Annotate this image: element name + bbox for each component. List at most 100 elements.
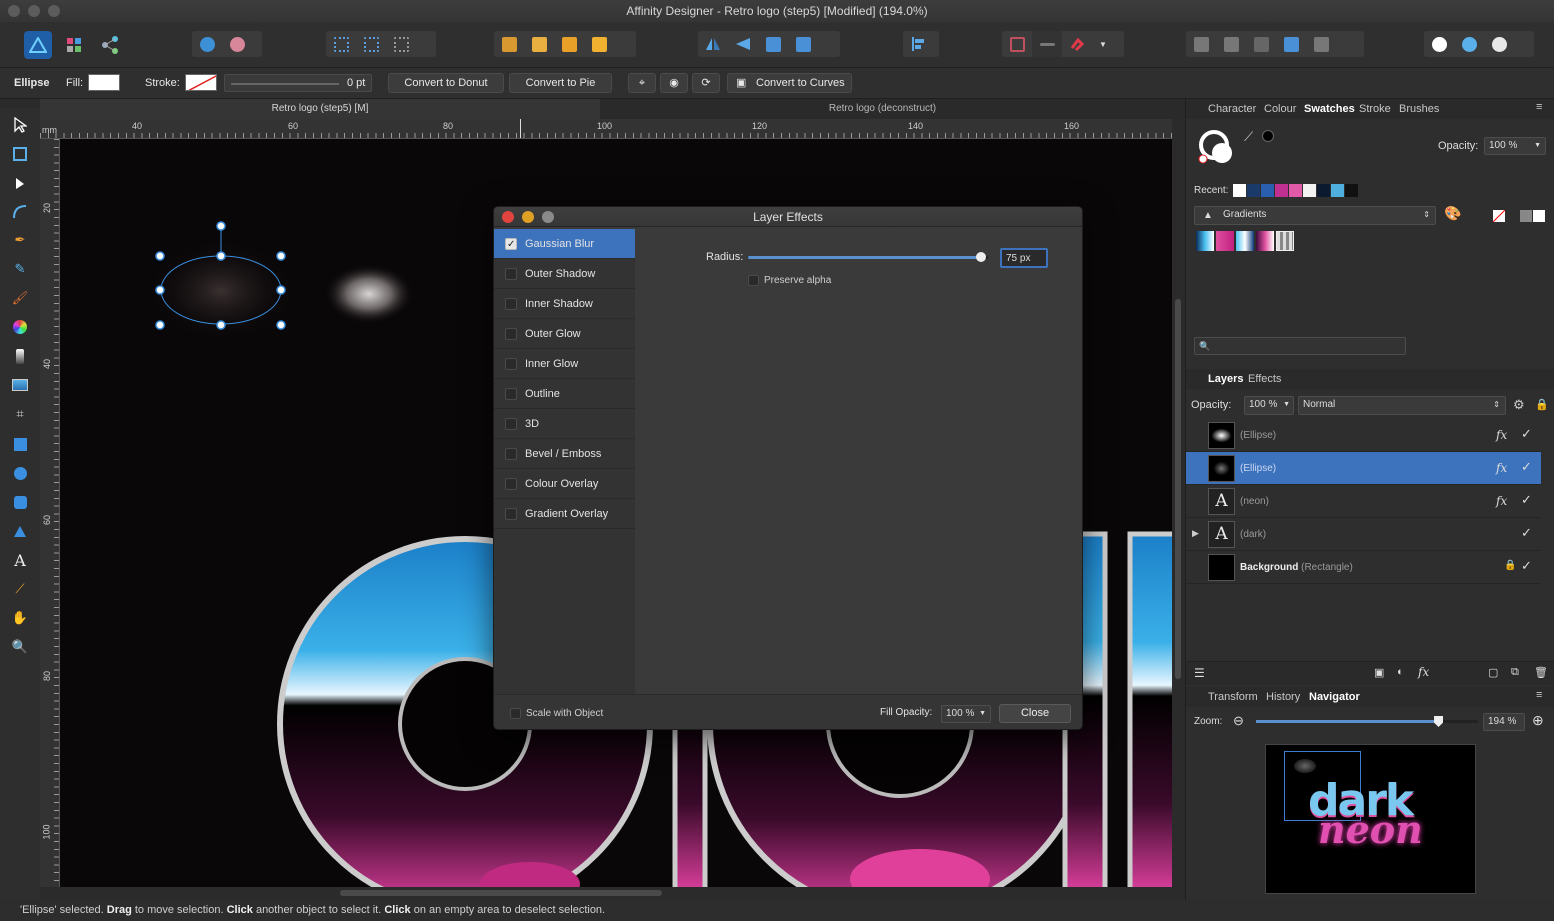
scale-with-object-checkbox[interactable]	[510, 708, 521, 719]
visibility-check-icon[interactable]: ✓	[1521, 426, 1532, 442]
radius-slider-knob[interactable]	[975, 252, 986, 262]
gray-swatch[interactable]	[1520, 210, 1532, 222]
fx-icon[interactable]: fx	[1496, 461, 1507, 475]
fill-stroke-selector[interactable]	[1196, 129, 1236, 165]
layer-row[interactable]: Background (Rectangle) 🔒 ✓	[1186, 551, 1541, 584]
zoom-out-icon[interactable]: ⊖	[1233, 713, 1244, 729]
rotate-right-icon[interactable]	[788, 31, 818, 57]
effect-checkbox[interactable]	[505, 448, 517, 460]
blend-mode-dropdown[interactable]: Normal ⇕	[1298, 396, 1506, 415]
tab-brushes[interactable]: Brushes	[1399, 103, 1439, 115]
snapping-grid-icon[interactable]	[1002, 31, 1032, 57]
recent-swatch[interactable]	[1345, 184, 1358, 197]
view-icon[interactable]: ◉	[660, 73, 688, 93]
panel-menu-icon[interactable]: ≡	[1536, 101, 1542, 113]
add-layer-icon[interactable]: ▢	[1488, 666, 1498, 679]
snap-bounds-icon[interactable]	[356, 31, 386, 57]
stroke-swatch[interactable]	[185, 74, 217, 91]
gradient-swatch[interactable]	[1196, 231, 1214, 251]
tab-effects[interactable]: Effects	[1248, 373, 1281, 385]
pen-tool-icon[interactable]: ✒	[10, 230, 30, 250]
effect-item[interactable]: Inner Shadow	[494, 289, 635, 319]
transform-origin-icon[interactable]: ⌖	[628, 73, 656, 93]
assistant-icon[interactable]	[222, 31, 252, 57]
insert-behind-icon[interactable]	[1424, 31, 1454, 57]
rectangle-tool-icon[interactable]	[10, 434, 30, 454]
close-dialog-icon[interactable]	[502, 211, 514, 223]
tab-transform[interactable]: Transform	[1208, 691, 1258, 703]
gradient-swatch[interactable]	[1236, 231, 1254, 251]
convert-to-donut-button[interactable]: Convert to Donut	[388, 73, 504, 93]
move-to-back-icon[interactable]	[494, 31, 524, 57]
minimize-window-icon[interactable]	[28, 5, 40, 17]
convert-to-pie-button[interactable]: Convert to Pie	[509, 73, 612, 93]
fill-tool-icon[interactable]	[10, 317, 30, 337]
mask-icon[interactable]: ▣	[1374, 666, 1384, 679]
recent-swatch[interactable]	[1247, 184, 1260, 197]
effect-checkbox[interactable]	[505, 268, 517, 280]
view-tool-hand-icon[interactable]: ✋	[10, 608, 30, 628]
zoom-in-icon[interactable]: ⊕	[1532, 712, 1544, 729]
palette-options-icon[interactable]: 🎨	[1444, 205, 1461, 222]
vertical-scrollbar[interactable]	[1172, 119, 1185, 887]
lock-icon[interactable]: 🔒	[1535, 398, 1549, 411]
subtract-geometry-icon[interactable]	[1216, 31, 1246, 57]
align-left-icon[interactable]	[903, 31, 933, 57]
zoom-slider-knob[interactable]	[1434, 716, 1444, 727]
gradient-swatch[interactable]	[1216, 231, 1234, 251]
pencil-tool-icon[interactable]: ✎	[10, 259, 30, 279]
swatch-search-input[interactable]: 🔍	[1194, 337, 1406, 355]
horizontal-scrollbar[interactable]	[40, 887, 1185, 900]
none-swatch[interactable]	[1493, 210, 1505, 222]
export-persona-icon[interactable]	[99, 34, 121, 56]
brush-tool-icon[interactable]: 🖌	[10, 288, 30, 308]
tab-stroke[interactable]: Stroke	[1359, 103, 1391, 115]
panel-menu-icon[interactable]: ≡	[1536, 689, 1542, 701]
fx-icon[interactable]: fx	[1496, 494, 1507, 508]
effect-item[interactable]: Outer Shadow	[494, 259, 635, 289]
recent-swatch[interactable]	[1261, 184, 1274, 197]
visibility-check-icon[interactable]: ✓	[1521, 558, 1532, 574]
flip-horizontal-icon[interactable]	[698, 31, 728, 57]
navigator-preview[interactable]: dark neon	[1265, 744, 1476, 894]
rotate-left-icon[interactable]	[758, 31, 788, 57]
ellipse-tool-icon[interactable]	[10, 463, 30, 483]
gradient-swatch[interactable]	[1276, 231, 1294, 251]
effect-checkbox[interactable]	[505, 418, 517, 430]
insert-inside-icon[interactable]	[1484, 31, 1514, 57]
tab-character[interactable]: Character	[1208, 103, 1256, 115]
zoom-tool-icon[interactable]: 🔍	[10, 637, 30, 657]
recent-swatch[interactable]	[1331, 184, 1344, 197]
crop-tool-icon[interactable]: ⌗	[10, 404, 30, 424]
stroke-width-slider[interactable]: 0 pt	[224, 74, 372, 92]
minimize-dialog-icon[interactable]	[522, 211, 534, 223]
effect-item[interactable]: Gradient Overlay	[494, 499, 635, 529]
tab-layers[interactable]: Layers	[1208, 373, 1243, 385]
fx-icon[interactable]: fx	[1418, 665, 1429, 679]
chevron-down-icon[interactable]: ▼	[1092, 31, 1114, 57]
close-button[interactable]: Close	[999, 704, 1071, 723]
insert-top-icon[interactable]	[1454, 31, 1484, 57]
convert-to-curves-button[interactable]: ▣ Convert to Curves	[727, 73, 852, 93]
visibility-check-icon[interactable]: ✓	[1521, 459, 1532, 475]
layer-row[interactable]: A (neon) fx ✓	[1186, 485, 1541, 518]
snap-transform-icon[interactable]	[386, 31, 416, 57]
visibility-check-icon[interactable]: ✓	[1521, 525, 1532, 541]
effect-checkbox[interactable]	[505, 478, 517, 490]
layer-row[interactable]: (Ellipse) fx ✓	[1186, 452, 1541, 485]
radius-slider[interactable]	[748, 252, 988, 262]
move-forward-one-icon[interactable]	[554, 31, 584, 57]
adjustment-icon[interactable]: ◐	[1397, 666, 1404, 678]
trash-icon[interactable]: 🗑	[1534, 666, 1548, 679]
blurred-ellipse-light[interactable]	[324, 264, 414, 324]
expand-arrow-icon[interactable]: ▶	[1192, 528, 1199, 539]
effect-item[interactable]: Gaussian Blur	[494, 229, 635, 260]
effect-checkbox[interactable]	[505, 508, 517, 520]
reset-icon[interactable]: ⟳	[692, 73, 720, 93]
tab-retro-logo-deconstruct[interactable]: Retro logo (deconstruct)	[600, 99, 1165, 119]
pixel-persona-icon[interactable]	[63, 34, 85, 56]
tab-history[interactable]: History	[1266, 691, 1300, 703]
zoom-dialog-icon[interactable]	[542, 211, 554, 223]
move-tool-icon[interactable]	[10, 115, 30, 135]
snap-grid-icon[interactable]	[326, 31, 356, 57]
